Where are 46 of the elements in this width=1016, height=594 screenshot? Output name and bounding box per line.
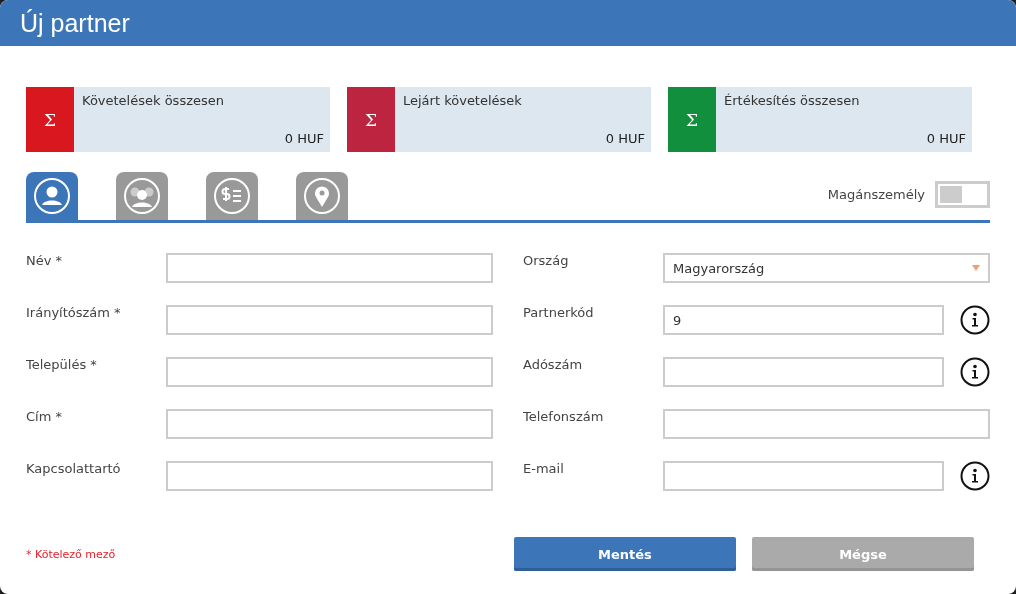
input-field[interactable]	[663, 461, 944, 491]
tab[interactable]	[296, 172, 348, 220]
field-label: Adószám	[523, 357, 584, 372]
input-field[interactable]	[663, 357, 944, 387]
save-button[interactable]: Mentés	[513, 537, 736, 571]
person-icon	[33, 177, 71, 215]
toggle-switch[interactable]	[935, 180, 990, 208]
caret-icon	[972, 265, 980, 271]
tab[interactable]	[116, 172, 168, 220]
country-dropdown[interactable]: Magyarország	[663, 253, 990, 283]
window-title: Új partner	[20, 8, 130, 38]
card-label: Követelések összesen	[82, 93, 225, 108]
field-label: Partnerkód	[523, 305, 595, 320]
info-icon[interactable]	[960, 357, 990, 387]
field-label: Kapcsolattartó	[26, 461, 122, 476]
card-value: 0 HUF	[284, 131, 324, 146]
input-field[interactable]	[166, 357, 493, 387]
field-label: Cím *	[26, 409, 63, 424]
field-label: Település *	[26, 357, 98, 372]
field-label: E-mail	[523, 461, 565, 476]
field-label: Telefonszám	[523, 409, 605, 424]
info-icon[interactable]	[960, 305, 990, 335]
field-label: Irányítószám *	[26, 305, 122, 320]
input-field[interactable]	[166, 253, 493, 283]
card-label: Lejárt követelések	[403, 93, 523, 108]
field-label: Név *	[26, 253, 64, 268]
info-icon[interactable]	[960, 461, 990, 491]
input-field[interactable]	[166, 461, 493, 491]
card-label: Értékesítés összesen	[724, 93, 861, 108]
required-note: * Kötelező mező	[26, 547, 117, 561]
sigma-icon: Σ	[26, 87, 74, 152]
tab[interactable]	[206, 172, 258, 220]
card-value: 0 HUF	[926, 131, 966, 146]
tab[interactable]	[26, 172, 78, 220]
map-pin-icon	[303, 177, 341, 215]
field-label: Ország	[523, 253, 570, 268]
sigma-icon: Σ	[668, 87, 716, 152]
toggle-label: Magánszemély	[827, 186, 925, 202]
dollar-list-icon	[213, 177, 251, 215]
sigma-icon: Σ	[347, 87, 395, 152]
card-value: 0 HUF	[605, 131, 645, 146]
input-field[interactable]	[166, 409, 493, 439]
input-field[interactable]	[663, 409, 990, 439]
input-field[interactable]: 9	[663, 305, 944, 335]
input-field[interactable]	[166, 305, 493, 335]
group-icon	[123, 177, 161, 215]
